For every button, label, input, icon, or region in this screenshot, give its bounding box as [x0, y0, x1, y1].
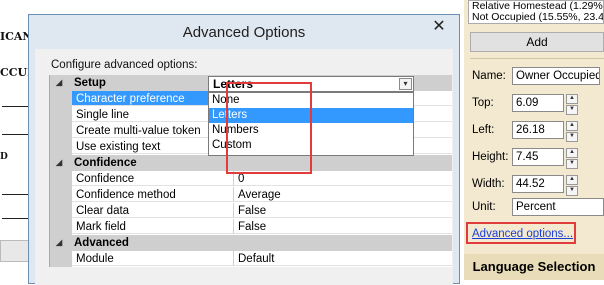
chevron-down-icon[interactable]: ▾ — [399, 78, 412, 90]
add-button[interactable]: Add — [470, 32, 604, 52]
collapse-triangle-icon[interactable]: ◢ — [56, 75, 66, 91]
left-label: Left: — [472, 124, 495, 136]
dialog-caption: Configure advanced options: — [51, 59, 198, 71]
height-field[interactable]: 7.45 — [512, 148, 564, 166]
top-field[interactable]: 6.09 — [512, 94, 564, 112]
category-label: Advanced — [74, 237, 129, 249]
unit-label: Unit: — [472, 201, 496, 213]
divider — [470, 58, 604, 59]
close-icon[interactable]: ✕ — [427, 17, 451, 37]
property-row[interactable]: Mark field False — [50, 219, 452, 235]
category-label: Confidence — [74, 157, 137, 169]
property-name[interactable]: Confidence — [72, 171, 234, 186]
height-label: Height: — [472, 151, 509, 163]
dialog-titlebar[interactable]: Advanced Options ✕ — [29, 15, 459, 49]
collapse-triangle-icon[interactable]: ◢ — [56, 155, 66, 171]
collapse-triangle-icon[interactable]: ◢ — [56, 235, 66, 251]
width-spinner[interactable]: ▲ ▼ — [566, 175, 578, 196]
property-name[interactable]: Confidence method — [72, 187, 234, 202]
list-item[interactable]: Not Occupied (15.55%, 23.4 — [472, 12, 603, 23]
category-advanced[interactable]: ◢ Advanced — [50, 235, 452, 251]
background-toolbar — [0, 240, 30, 262]
property-value[interactable]: Default — [234, 251, 452, 266]
name-field[interactable]: Owner Occupied — [512, 67, 600, 85]
height-spinner[interactable]: ▲ ▼ — [566, 148, 578, 169]
left-spinner[interactable]: ▲ ▼ — [566, 121, 578, 142]
left-field[interactable]: 26.18 — [512, 121, 564, 139]
property-name[interactable]: Module — [72, 251, 234, 266]
annotation-highlight-box — [466, 222, 576, 244]
property-name[interactable]: Clear data — [72, 203, 234, 218]
property-value[interactable]: False — [234, 219, 452, 234]
category-label: Setup — [74, 77, 106, 89]
name-label: Name: — [472, 70, 506, 82]
property-row[interactable]: Clear data False — [50, 203, 452, 219]
property-row[interactable]: Confidence method Average — [50, 187, 452, 203]
top-spinner[interactable]: ▲ ▼ — [566, 94, 578, 115]
top-label: Top: — [472, 97, 494, 109]
property-row[interactable]: Module Default — [50, 251, 452, 267]
unit-select[interactable]: Percent — [512, 198, 604, 216]
occupancy-list[interactable]: Relative Homestead (1.29% Not Occupied (… — [468, 0, 604, 24]
width-label: Width: — [472, 178, 505, 190]
width-field[interactable]: 44.52 — [512, 175, 564, 193]
property-name[interactable]: Mark field — [72, 219, 234, 234]
property-value[interactable]: Average — [234, 187, 452, 202]
property-value[interactable]: False — [234, 203, 452, 218]
language-selection-header: Language Selection — [464, 254, 604, 280]
annotation-highlight-box — [226, 82, 312, 174]
dialog-title: Advanced Options — [182, 24, 306, 41]
